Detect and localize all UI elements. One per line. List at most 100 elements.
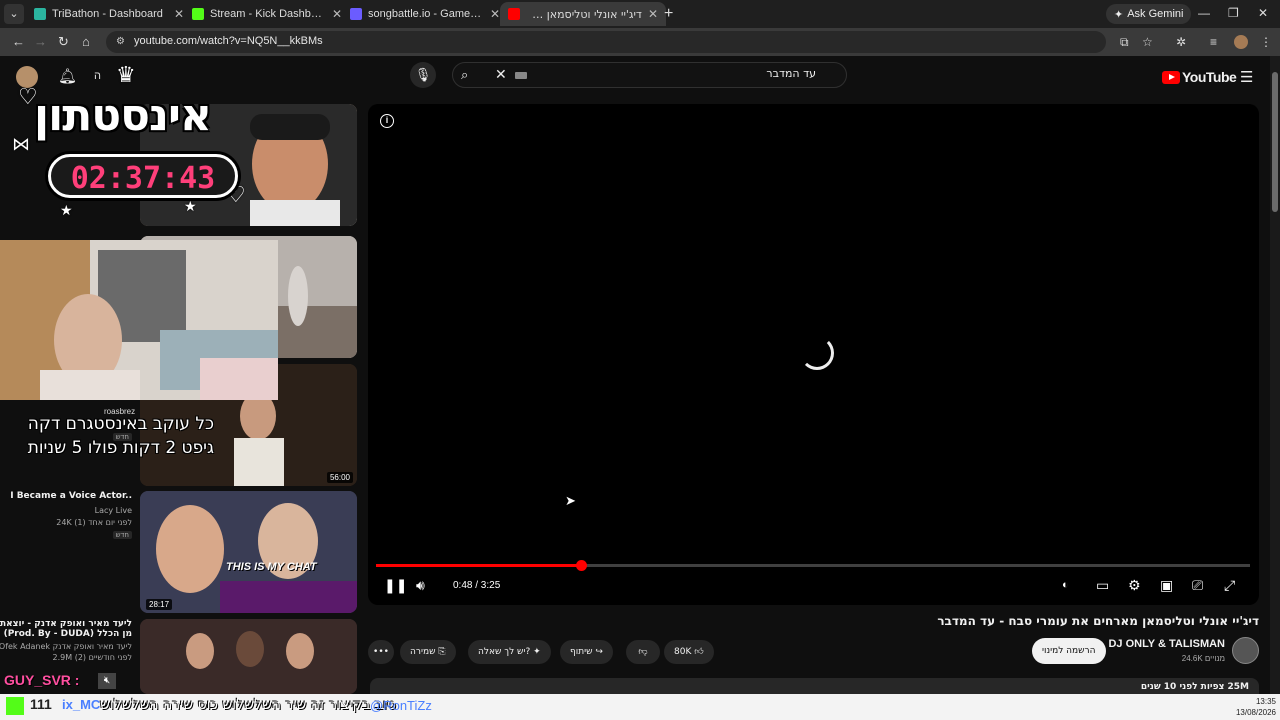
rec-info[interactable]: ליעד מאיר ואופק אדנק - יוצאת מן הכלל (Pr…: [0, 619, 132, 662]
youtube-play-logo-icon: [1162, 70, 1180, 84]
video-player[interactable]: i ➤ ❚❚ 🔊︎ 0:48 / 3:25 ◐ ▭ ⚙ ▣ ⎚ ⤢: [368, 104, 1259, 605]
ask-ai-button[interactable]: יש לך שאלה? ✦: [468, 640, 551, 664]
volume-icon[interactable]: 🔊︎: [416, 577, 425, 594]
browser-tab-bar: ⌄ TriBathon - Dashboard ✕ Stream - Kick …: [0, 0, 1280, 28]
thumbs-down-icon: 👎︎: [638, 647, 648, 657]
autoplay-toggle[interactable]: ◐: [1062, 579, 1069, 591]
close-tab-icon[interactable]: ✕: [332, 7, 342, 21]
back-icon[interactable]: ←: [12, 34, 25, 49]
chat-message: טוב בקיצור זה שיר השלשלוש כוס שירה השלשל…: [100, 697, 396, 713]
fullscreen-icon[interactable]: ⤢: [1224, 577, 1235, 594]
tab-tribathon[interactable]: TriBathon - Dashboard ✕: [26, 2, 192, 26]
close-window-icon[interactable]: ✕: [1258, 6, 1268, 20]
rec-thumbnail[interactable]: THIS IS MY CHAT 28:17: [140, 491, 357, 613]
scrollbar-thumb[interactable]: [1272, 72, 1278, 212]
duration-badge: 28:17: [146, 599, 173, 610]
rec-thumbnail[interactable]: [140, 619, 357, 694]
more-actions-button[interactable]: •••: [368, 640, 394, 664]
dislike-button[interactable]: 👎︎: [626, 640, 660, 664]
miniplayer-icon[interactable]: ▣: [1160, 577, 1173, 594]
share-icon: ↪: [595, 647, 603, 657]
youtube-logo[interactable]: YouTube: [1162, 69, 1237, 85]
streamer-webcam: [0, 240, 278, 400]
played-bar: [376, 564, 581, 567]
voice-search-mic-icon[interactable]: 🎙︎: [410, 62, 436, 88]
close-tab-icon[interactable]: ✕: [490, 7, 500, 21]
youtube-favicon-icon: [508, 8, 520, 20]
taskbar: 111 ix_MC טוב בקיצור זה שיר השלשלוש כוס …: [0, 694, 1280, 720]
share-button[interactable]: שיתוף ↪: [560, 640, 613, 664]
omnibox[interactable]: ⚙ youtube.com/watch?v=NQ5N__kkBMs: [106, 31, 1106, 53]
ask-gemini-button[interactable]: ✦ Ask Gemini: [1106, 4, 1192, 24]
search-icon[interactable]: ⌕: [461, 67, 468, 83]
bookmark-star-icon[interactable]: ☆: [1142, 35, 1153, 49]
info-icon[interactable]: i: [380, 114, 394, 128]
scrubber-knob[interactable]: [575, 560, 587, 571]
cast-icon[interactable]: ⎚: [1192, 577, 1203, 594]
like-button[interactable]: 80K 👍︎: [664, 640, 714, 664]
install-app-icon[interactable]: ⧉: [1120, 35, 1129, 50]
search-input[interactable]: [516, 67, 816, 80]
clear-search-icon[interactable]: ✕: [495, 66, 507, 83]
pause-icon[interactable]: ❚❚: [384, 577, 407, 594]
subtitles-icon[interactable]: ▭: [1096, 577, 1109, 594]
reload-icon[interactable]: ↻: [58, 34, 69, 50]
kick-favicon-icon: [192, 8, 204, 20]
progress-bar[interactable]: [376, 560, 1250, 571]
time-display: 0:48 / 3:25: [453, 580, 501, 591]
search-box[interactable]: ⌕ ✕: [452, 62, 847, 88]
bookmark-icon: ⎘: [438, 647, 446, 657]
music-video-thumbnail: [140, 619, 357, 694]
save-button[interactable]: שמירה ⎘: [400, 640, 456, 664]
address-toolbar: ← → ↻ ⌂ ⚙ youtube.com/watch?v=NQ5N__kkBM…: [0, 28, 1280, 56]
viewer-count: 111: [30, 696, 52, 712]
chat-username: GUY_SVR :: [4, 672, 80, 688]
system-clock: 13:35 13/08/2026: [1235, 697, 1276, 717]
extensions-icon[interactable]: ✲: [1176, 35, 1186, 49]
thumbnail-caption: THIS IS MY CHAT: [226, 561, 317, 573]
chat-username: ix_MC: [62, 697, 101, 712]
guide-menu-icon[interactable]: ☰: [1240, 68, 1253, 86]
webcam-feed: [0, 240, 278, 400]
tab-youtube-active[interactable]: דיג'יי אונלי וטליסמאן מארחים את ✕: [500, 2, 666, 26]
star-decoration-icon: ★: [60, 202, 73, 218]
channel-avatar[interactable]: [1232, 637, 1259, 664]
crown-decoration-icon: ♛: [116, 62, 136, 87]
tribathon-favicon-icon: [34, 8, 46, 20]
muted-speaker-icon: 🔇︎: [98, 673, 116, 689]
rec-info[interactable]: I Became a Voice Actor.. Lacy Live 24K ל…: [10, 491, 132, 539]
songbattle-favicon-icon: [350, 8, 362, 20]
kick-logo-icon: [6, 697, 24, 715]
stream-info-overlay: כל עוקב באינסטגרם דקה גיפט 2 דקות פולו 5…: [27, 414, 214, 458]
brand-title: אינסטתון: [34, 90, 212, 141]
thumbs-up-icon: 👍︎: [694, 647, 704, 657]
reading-list-icon[interactable]: ≡: [1210, 35, 1217, 49]
tab-songbattle[interactable]: songbattle.io - Game URDXD ✕: [342, 2, 508, 26]
tab-kick-dashboard[interactable]: Stream - Kick Dashboard ✕: [184, 2, 350, 26]
forward-icon[interactable]: →: [34, 34, 47, 49]
subathon-timer: 02:37:43: [48, 154, 238, 198]
profile-avatar[interactable]: [1234, 35, 1248, 49]
view-count-date: 25M צפיות לפני 10 שנים: [1140, 682, 1249, 692]
close-tab-icon[interactable]: ✕: [174, 7, 184, 21]
restore-icon[interactable]: ❐: [1228, 6, 1239, 20]
new-badge: חדש: [112, 531, 132, 539]
settings-gear-icon[interactable]: ⚙: [1128, 577, 1141, 594]
home-icon[interactable]: ⌂: [82, 34, 90, 49]
subscribe-button[interactable]: הרשמה למינוי: [1032, 638, 1106, 664]
new-tab-button[interactable]: +: [664, 5, 673, 23]
star-decoration-icon: ★: [184, 198, 197, 214]
mouse-cursor-icon: ➤: [565, 493, 576, 508]
loading-spinner-icon: [800, 336, 834, 370]
tab-search-button[interactable]: ⌄: [4, 4, 24, 24]
page-scrollbar[interactable]: [1270, 56, 1280, 694]
minimize-icon[interactable]: —: [1198, 6, 1210, 20]
more-horiz-icon: •••: [373, 647, 389, 657]
sparkle-icon: ✦: [533, 647, 541, 657]
site-info-icon[interactable]: ⚙: [116, 36, 125, 47]
voice-actor-thumbnail: [140, 491, 357, 613]
stream-brand-overlay: ♡ ♛ ⋈ ♡ ★ ★ אינסטתון 02:37:43: [4, 62, 264, 227]
close-tab-icon[interactable]: ✕: [648, 7, 658, 21]
browser-menu-icon[interactable]: ⋮: [1260, 35, 1272, 49]
chat-mention: @RonTiZz: [370, 698, 432, 713]
